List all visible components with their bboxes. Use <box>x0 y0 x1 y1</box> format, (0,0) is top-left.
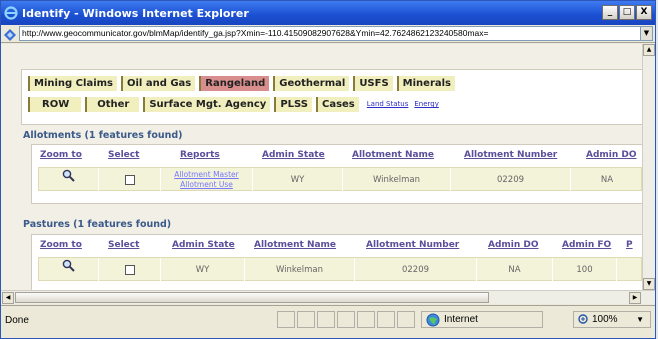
close-button[interactable]: X <box>636 5 652 20</box>
allotments-table: Zoom to Select Reports Admin State Allot… <box>31 144 645 204</box>
scroll-right-arrow-icon[interactable]: ▶ <box>629 292 641 304</box>
address-bar: http://www.geocommunicator.gov/blmMap/id… <box>1 25 655 43</box>
allotments-heading: Allotments (1 features found) <box>23 130 183 141</box>
horizontal-scrollbar[interactable]: ◀ ▶ <box>1 290 655 304</box>
browser-window: Identify - Windows Internet Explorer _ □… <box>0 0 656 339</box>
status-cell <box>397 311 415 328</box>
zone-label: Internet <box>444 314 478 325</box>
tab-cases[interactable]: Cases <box>315 97 359 112</box>
col-zoom-to[interactable]: Zoom to <box>40 240 82 250</box>
status-bar: Done Internet 100% ▼ <box>1 305 655 338</box>
admin-state-cell: WY <box>161 258 245 282</box>
zoom-level-control[interactable]: 100% ▼ <box>573 311 651 328</box>
zoom-to-cell <box>39 258 99 282</box>
col-reports[interactable]: Reports <box>180 150 220 160</box>
tab-rangeland[interactable]: Rangeland <box>199 76 270 91</box>
tab-oil-and-gas[interactable]: Oil and Gas <box>121 76 196 91</box>
minimize-button[interactable]: _ <box>602 5 618 20</box>
status-cell <box>317 311 335 328</box>
admin-do-cell: NA <box>477 258 553 282</box>
col-select[interactable]: Select <box>108 150 139 160</box>
col-allotment-name[interactable]: Allotment Name <box>352 150 434 160</box>
allotment-number-cell: 02209 <box>355 258 477 282</box>
reports-cell: Allotment Master Allotment Use <box>161 168 253 192</box>
scroll-left-arrow-icon[interactable]: ◀ <box>2 292 14 304</box>
status-cell <box>377 311 395 328</box>
security-zone[interactable]: Internet <box>421 311 543 328</box>
layer-tabs-panel: Mining Claims Oil and Gas Rangeland Geot… <box>21 69 645 125</box>
allotment-use-link[interactable]: Allotment Use <box>161 180 252 190</box>
select-cell <box>99 168 161 192</box>
status-cell <box>277 311 295 328</box>
admin-fo-cell: 100 <box>553 258 617 282</box>
admin-state-cell: WY <box>253 168 343 192</box>
col-zoom-to[interactable]: Zoom to <box>40 150 82 160</box>
col-select[interactable]: Select <box>108 240 139 250</box>
land-status-link[interactable]: Land Status <box>367 97 409 112</box>
allotment-number-cell: 02209 <box>451 168 571 192</box>
tab-minerals[interactable]: Minerals <box>396 76 456 91</box>
tab-geothermal[interactable]: Geothermal <box>273 76 350 91</box>
col-allotment-name[interactable]: Allotment Name <box>254 240 336 250</box>
allotment-name-cell: Winkelman <box>245 258 355 282</box>
zoom-magnifier-icon[interactable] <box>62 168 75 192</box>
col-allotment-number[interactable]: Allotment Number <box>464 150 557 160</box>
address-dropdown-button[interactable]: ▼ <box>641 26 653 41</box>
globe-icon <box>426 313 440 332</box>
table-row: Allotment Master Allotment Use WY Winkel… <box>38 167 642 192</box>
zoom-magnifier-icon[interactable] <box>62 258 75 282</box>
col-admin-do[interactable]: Admin DO <box>488 240 539 250</box>
col-admin-fo[interactable]: Admin FO <box>562 240 611 250</box>
col-admin-state[interactable]: Admin State <box>262 150 325 160</box>
address-field[interactable]: http://www.geocommunicator.gov/blmMap/id… <box>19 26 641 41</box>
zoom-level-label: 100% <box>592 314 618 325</box>
status-cell <box>297 311 315 328</box>
tab-plss[interactable]: PLSS <box>274 97 312 112</box>
zoom-to-cell <box>39 168 99 192</box>
allotment-name-cell: Winkelman <box>343 168 451 192</box>
allotment-master-link[interactable]: Allotment Master <box>161 170 252 180</box>
tab-surface-mgt-agency[interactable]: Surface Mgt. Agency <box>143 97 271 112</box>
scroll-down-arrow-icon[interactable]: ▼ <box>643 278 655 290</box>
admin-do-cell: NA <box>600 175 614 185</box>
title-bar: Identify - Windows Internet Explorer _ □… <box>1 1 655 25</box>
zoom-dropdown-icon[interactable]: ▼ <box>636 312 644 327</box>
zoom-icon <box>577 313 590 331</box>
status-cell <box>357 311 375 328</box>
tab-usfs[interactable]: USFS <box>353 76 393 91</box>
tab-mining-claims[interactable]: Mining Claims <box>28 76 117 91</box>
col-allotment-number[interactable]: Allotment Number <box>366 240 459 250</box>
status-text: Done <box>5 315 29 326</box>
window-title: Identify - Windows Internet Explorer <box>22 6 249 20</box>
scroll-up-arrow-icon[interactable]: ▲ <box>643 44 655 56</box>
tab-row[interactable]: ROW <box>28 97 82 112</box>
status-cell <box>337 311 355 328</box>
page-content: Mining Claims Oil and Gas Rangeland Geot… <box>1 44 655 290</box>
select-checkbox[interactable] <box>124 264 135 275</box>
energy-link[interactable]: Energy <box>414 97 439 112</box>
select-cell <box>99 258 161 282</box>
tab-other[interactable]: Other <box>85 97 140 112</box>
col-admin-state[interactable]: Admin State <box>172 240 235 250</box>
col-p[interactable]: P <box>626 240 633 250</box>
pastures-heading: Pastures (1 features found) <box>23 219 172 230</box>
col-admin-do[interactable]: Admin DO <box>586 150 637 160</box>
tab-row-2: ROW Other Surface Mgt. Agency PLSS Cases… <box>28 97 439 112</box>
select-checkbox[interactable] <box>124 174 135 185</box>
maximize-button[interactable]: □ <box>619 5 635 20</box>
vertical-scrollbar[interactable]: ▲ ▼ <box>642 44 655 290</box>
tab-row-1: Mining Claims Oil and Gas Rangeland Geot… <box>28 76 456 91</box>
pastures-table: Zoom to Select Admin State Allotment Nam… <box>31 234 645 290</box>
p-cell <box>617 258 643 282</box>
table-row: WY Winkelman 02209 NA 100 <box>38 257 643 282</box>
horizontal-scroll-thumb[interactable] <box>15 292 489 303</box>
page-icon <box>3 27 17 41</box>
internet-explorer-icon <box>4 6 18 20</box>
